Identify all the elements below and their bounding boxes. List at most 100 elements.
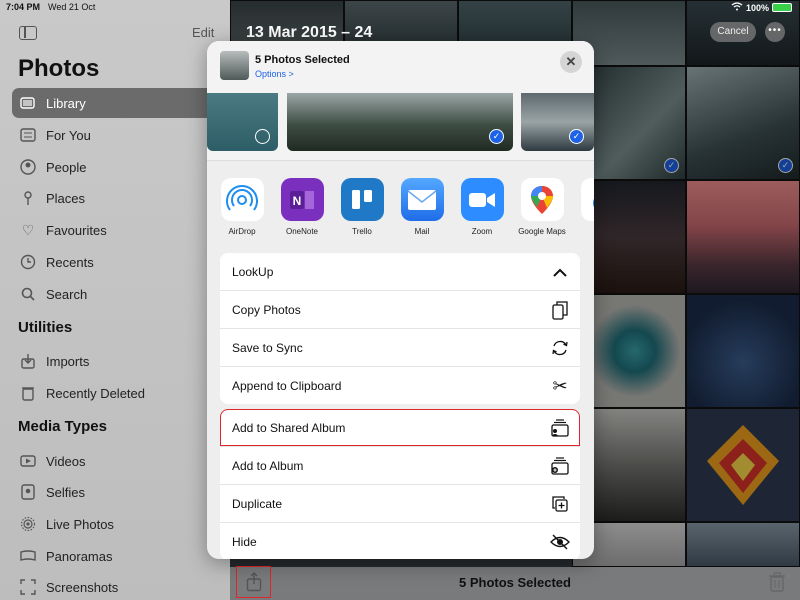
status-bar: 7:04 PM Wed 21 Oct 100% — [0, 0, 800, 14]
selfie-icon — [19, 483, 37, 501]
selected-photo[interactable] — [207, 93, 278, 151]
action-hide[interactable]: Hide — [220, 523, 580, 559]
app-label: Google Maps — [518, 227, 566, 236]
sidebar-item-people[interactable]: People — [12, 152, 222, 182]
battery-percent: 100% — [745, 2, 769, 13]
status-time: 7:04 PM — [6, 2, 41, 12]
action-label: Append to Clipboard — [232, 378, 342, 393]
action-duplicate[interactable]: Duplicate — [220, 485, 580, 522]
app-airdrop[interactable]: AirDrop — [217, 178, 267, 236]
copy-icon — [550, 300, 570, 320]
action-append-to-clipboard[interactable]: Append to Clipboard ✂ — [220, 367, 580, 404]
svg-text:N: N — [293, 194, 302, 208]
selected-photos-strip: ✓ ✓ — [207, 93, 594, 161]
app-onenote[interactable]: N OneNote — [277, 178, 327, 236]
selected-photo[interactable]: ✓ — [521, 93, 594, 151]
action-label: Add to Album — [232, 458, 304, 473]
sidebar-item-label: Videos — [46, 453, 86, 469]
cancel-button[interactable]: Cancel — [710, 22, 756, 42]
options-link[interactable]: Options > — [255, 69, 294, 79]
share-button[interactable] — [236, 566, 271, 598]
share-sheet-title: 5 Photos Selected — [255, 54, 350, 66]
edit-button[interactable]: Edit — [192, 25, 214, 40]
app-label: Mail — [414, 227, 430, 236]
selection-count-label: 5 Photos Selected — [459, 575, 571, 590]
clock-icon — [19, 253, 37, 271]
selected-check-icon: ✓ — [489, 129, 504, 144]
action-copy-photos[interactable]: Copy Photos — [220, 291, 580, 328]
unselected-circle-icon — [255, 129, 270, 144]
sidebar-item-search[interactable]: Search — [12, 279, 222, 309]
scissors-icon: ✂ — [552, 375, 568, 396]
app-label: On — [577, 227, 594, 236]
sidebar-item-label: Panoramas — [46, 548, 113, 564]
sidebar-item-favourites[interactable]: ♡ Favourites — [12, 215, 222, 245]
person-icon — [19, 158, 37, 176]
sidebar-item-recents[interactable]: Recents — [12, 247, 222, 277]
mail-icon — [400, 178, 444, 221]
sidebar-item-label: Live Photos — [46, 516, 114, 532]
app-google-maps[interactable]: Google Maps — [517, 178, 567, 236]
sidebar-item-places[interactable]: Places — [12, 183, 222, 213]
date-range-title: 13 Mar 2015 – 24 — [246, 24, 373, 41]
selected-check-icon: ✓ — [569, 129, 584, 144]
wifi-icon — [731, 2, 743, 13]
sync-icon — [550, 338, 570, 358]
app-zoom[interactable]: Zoom — [457, 178, 507, 236]
sidebar-item-videos[interactable]: Videos — [12, 446, 222, 476]
action-add-to-album[interactable]: Add to Album — [220, 447, 580, 484]
google-maps-icon — [520, 178, 564, 221]
action-label: LookUp — [232, 264, 274, 279]
action-label: Add to Shared Album — [232, 420, 346, 435]
sidebar-item-label: Screenshots — [46, 579, 119, 595]
sidebar-item-label: Recently Deleted — [46, 385, 145, 401]
more-options-button[interactable]: ••• — [765, 22, 785, 42]
share-sheet-header: 5 Photos Selected Options > ✕ — [207, 41, 594, 93]
action-label: Save to Sync — [232, 340, 303, 355]
for-you-icon — [19, 126, 37, 144]
sidebar-item-selfies[interactable]: Selfies — [12, 477, 222, 507]
app-partial[interactable]: On — [577, 178, 594, 236]
panorama-icon — [19, 547, 37, 565]
onenote-icon: N — [280, 178, 324, 221]
close-button[interactable]: ✕ — [560, 51, 582, 73]
search-icon — [19, 285, 37, 303]
photo-library-icon — [19, 94, 37, 112]
action-lookup[interactable]: LookUp — [220, 253, 580, 290]
sidebar-item-label: Selfies — [46, 484, 86, 500]
app-label: OneNote — [285, 227, 319, 236]
sidebar-item-screenshots[interactable]: Screenshots — [12, 572, 222, 600]
trello-icon — [340, 178, 384, 221]
duplicate-icon — [550, 494, 570, 514]
sidebar-item-label: Imports — [46, 353, 90, 369]
sidebar-item-label: Search — [46, 286, 88, 302]
airdrop-icon — [220, 178, 264, 221]
battery-icon — [772, 3, 792, 12]
action-label: Copy Photos — [232, 302, 301, 317]
sidebar-item-imports[interactable]: Imports — [12, 346, 222, 376]
heart-icon: ♡ — [21, 221, 35, 238]
app-label: Zoom — [471, 227, 493, 236]
action-save-to-sync[interactable]: Save to Sync — [220, 329, 580, 366]
selection-thumbnail — [220, 51, 249, 80]
shared-album-icon — [550, 418, 570, 438]
selected-photo[interactable]: ✓ — [287, 93, 513, 151]
delete-button[interactable] — [768, 572, 786, 592]
share-sheet: 5 Photos Selected Options > ✕ ✓ ✓ AirDro… — [207, 41, 594, 559]
partial-app-icon — [580, 178, 594, 221]
pin-icon — [19, 189, 37, 207]
sidebar-item-for-you[interactable]: For You — [12, 120, 222, 150]
app-share-row: AirDrop N OneNote Trello Mail Zoom Googl… — [207, 162, 594, 242]
sidebar-item-recently-deleted[interactable]: Recently Deleted — [12, 378, 222, 408]
app-trello[interactable]: Trello — [337, 178, 387, 236]
sidebar-item-library[interactable]: Library — [12, 88, 222, 118]
action-add-to-shared-album[interactable]: Add to Shared Album — [220, 409, 580, 446]
app-mail[interactable]: Mail — [397, 178, 447, 236]
sidebar-item-label: Library — [46, 95, 86, 111]
sidebar-item-label: Favourites — [46, 222, 107, 238]
import-icon — [19, 352, 37, 370]
sidebar-item-panoramas[interactable]: Panoramas — [12, 541, 222, 571]
sidebar-item-live-photos[interactable]: Live Photos — [12, 509, 222, 539]
sidebar-toggle-icon[interactable] — [19, 26, 37, 40]
sidebar-item-label: Places — [46, 190, 86, 206]
